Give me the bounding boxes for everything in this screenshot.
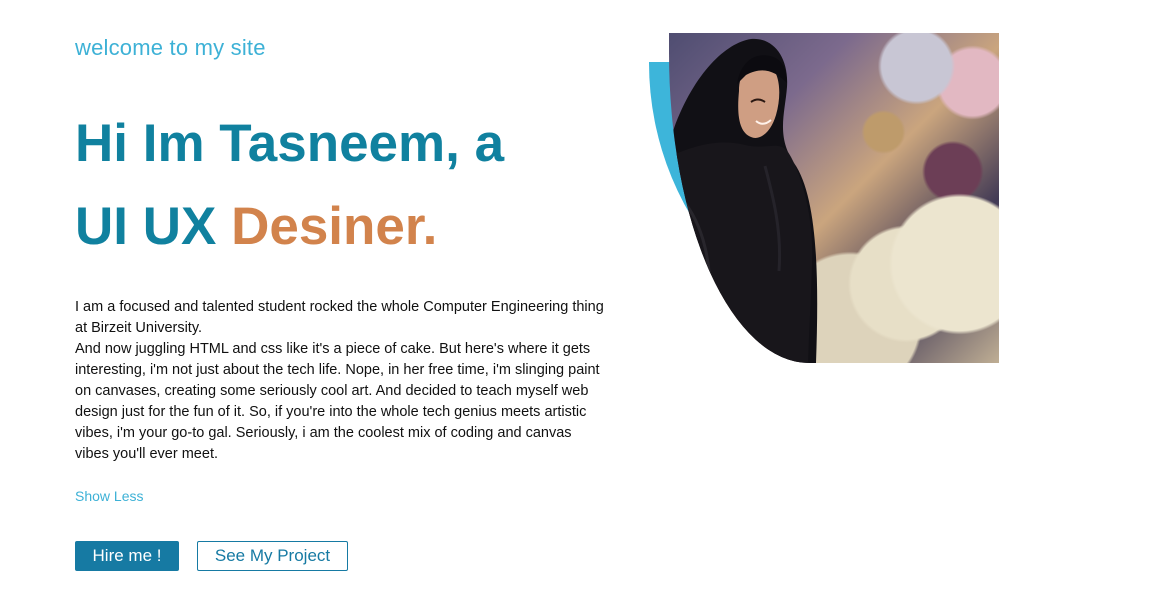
- hero-section: welcome to my site Hi Im Tasneem, a UI U…: [0, 0, 1153, 591]
- person-illustration: [669, 38, 818, 363]
- profile-photo: [669, 33, 999, 363]
- welcome-text: welcome to my site: [75, 35, 266, 60]
- headline-line-2: UI UX Desiner.: [75, 185, 504, 268]
- profile-photo-container: [649, 33, 999, 363]
- hire-me-button[interactable]: Hire me !: [75, 541, 179, 571]
- bio-text: I am a focused and talented student rock…: [75, 297, 605, 465]
- headline: Hi Im Tasneem, a UI UX Desiner.: [75, 102, 504, 268]
- bio-paragraph-2: And now juggling HTML and css like it's …: [75, 341, 600, 462]
- show-less-link[interactable]: Show Less: [75, 488, 143, 504]
- headline-line-1: Hi Im Tasneem, a: [75, 114, 505, 173]
- bio-paragraph-1: I am a focused and talented student rock…: [75, 299, 604, 336]
- headline-accent: Desiner.: [231, 197, 438, 256]
- headline-role: UI UX: [75, 197, 232, 256]
- see-my-project-button[interactable]: See My Project: [197, 541, 348, 571]
